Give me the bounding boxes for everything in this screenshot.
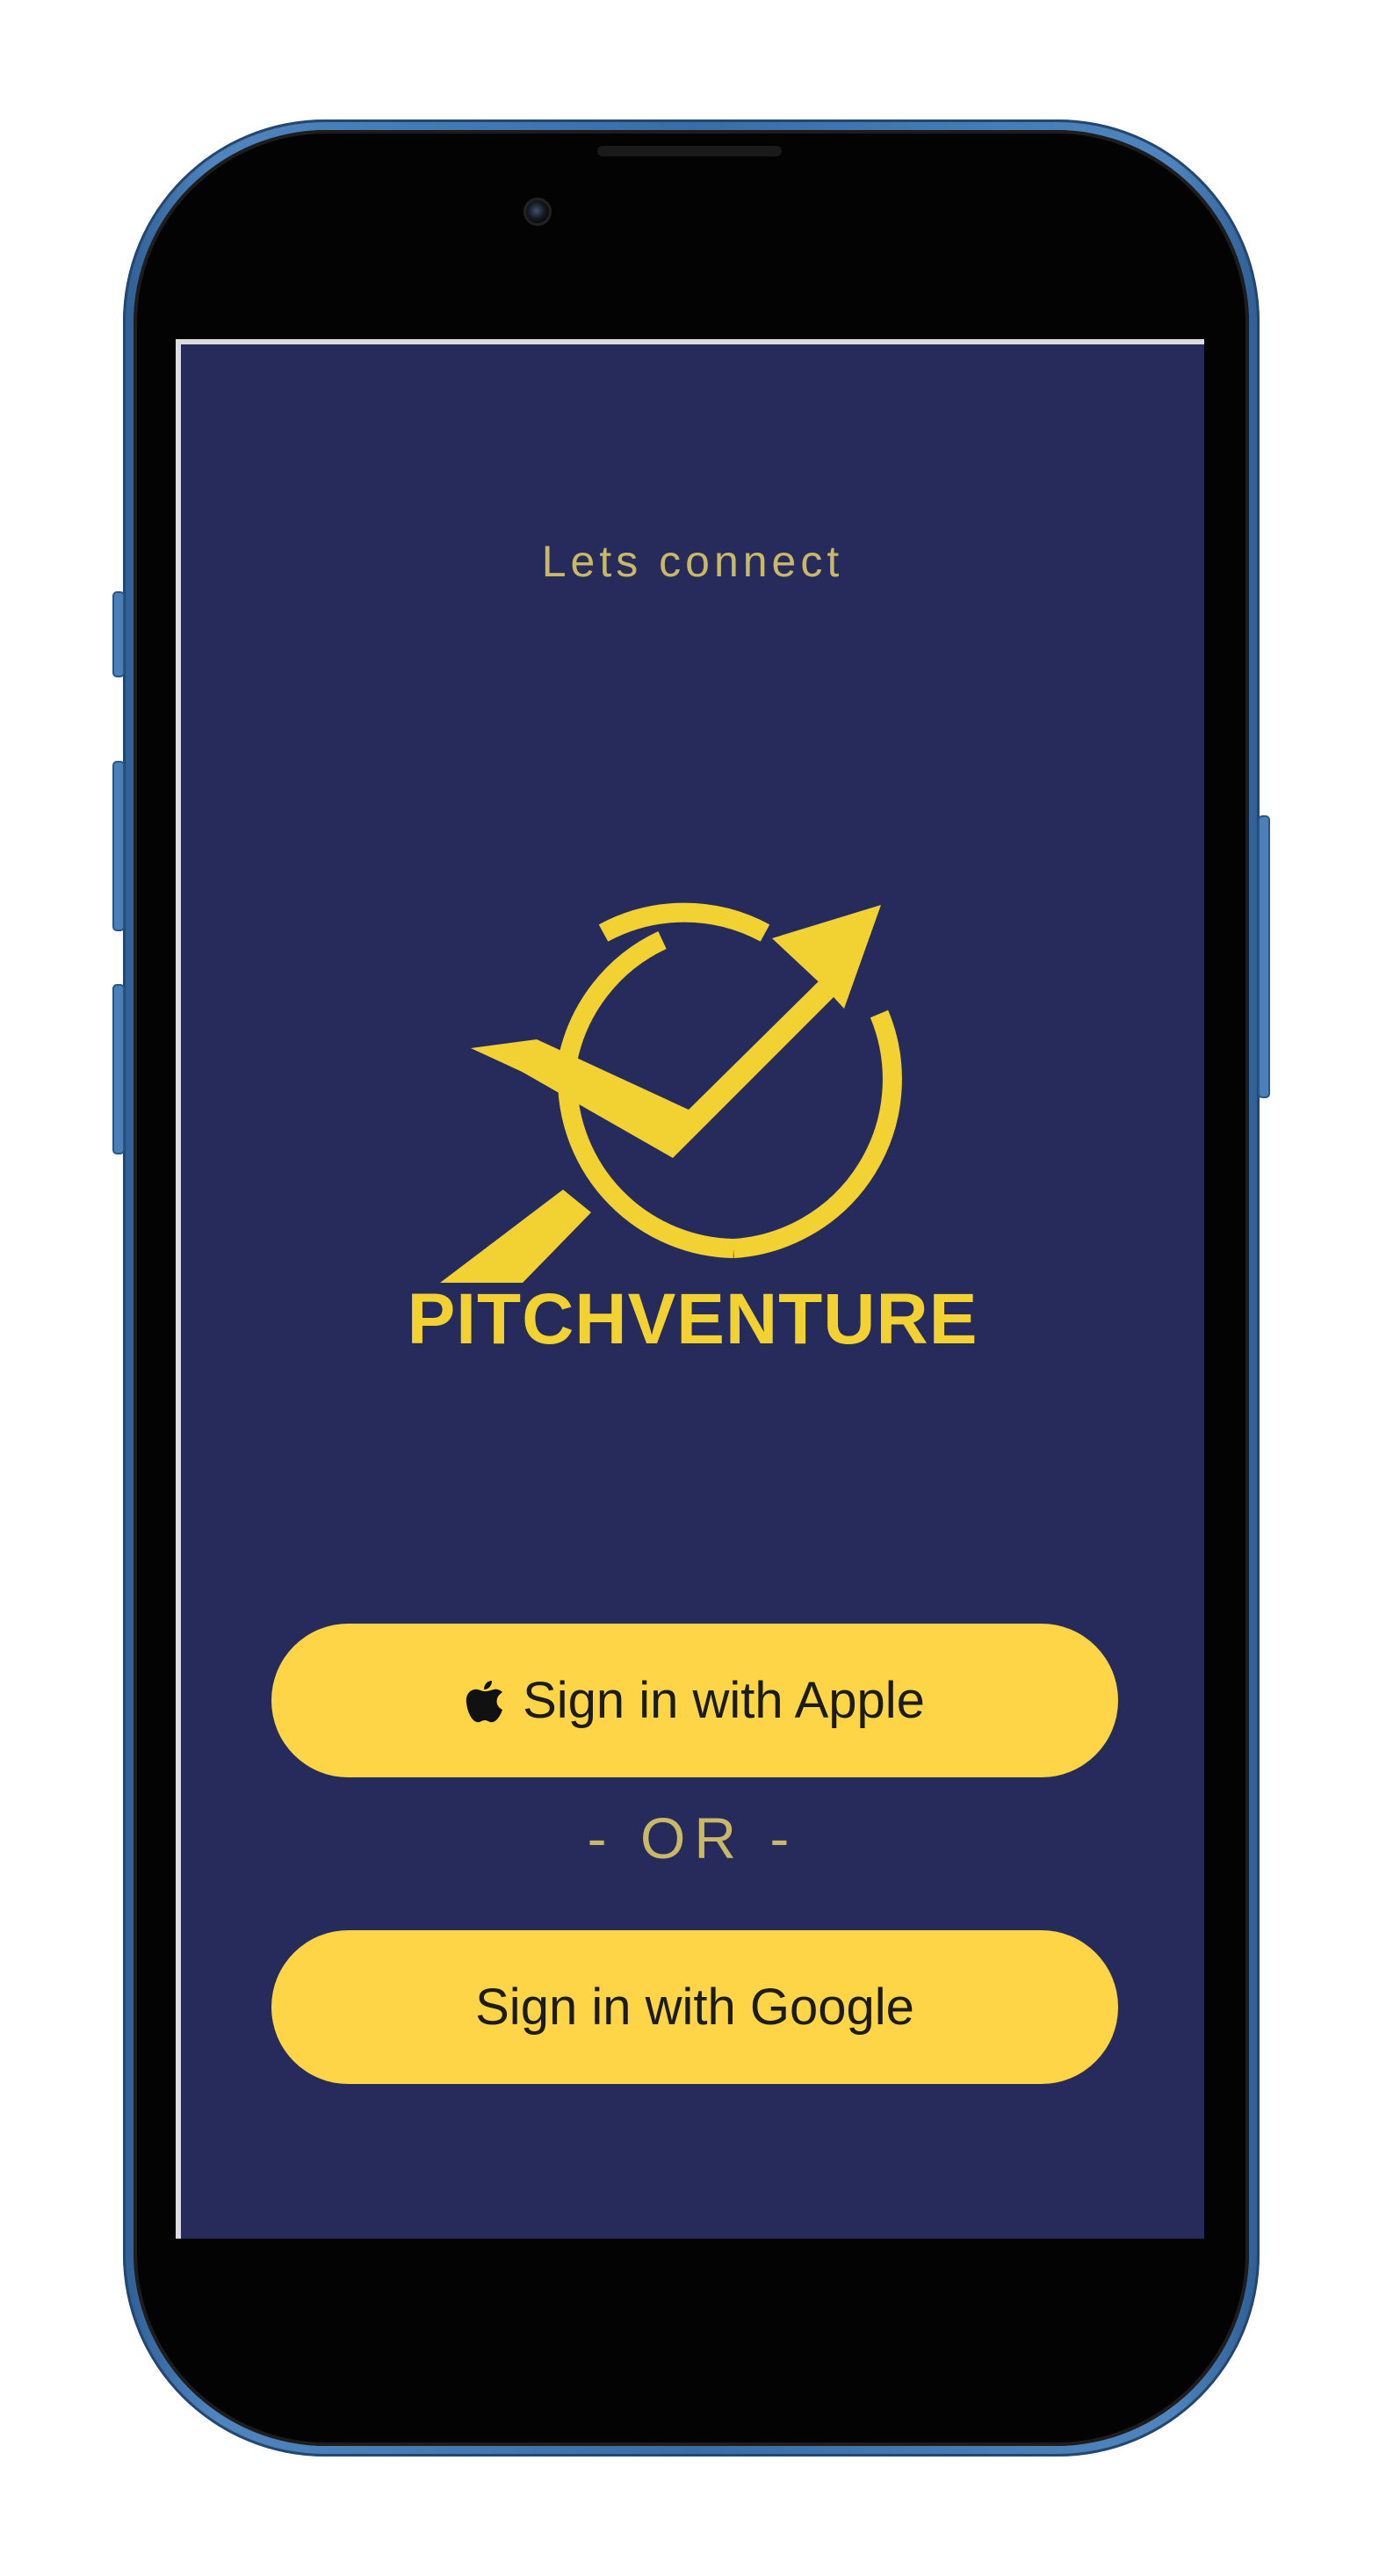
sign-in-with-apple-button[interactable]: Sign in with Apple [271, 1624, 1118, 1777]
power-button [1258, 815, 1270, 1098]
sign-in-with-google-button[interactable]: Sign in with Google [271, 1930, 1118, 2084]
brand-name: PITCHVENTURE [407, 1279, 978, 1359]
app-screen: Lets connect PITCHVENTURE Sign in with A… [176, 339, 1204, 2239]
apple-icon [466, 1680, 503, 1722]
volume-down-button [112, 984, 125, 1154]
or-separator: - OR - [587, 1805, 798, 1870]
page-title: Lets connect [541, 537, 844, 586]
earpiece-speaker [597, 146, 782, 156]
front-camera-icon [523, 198, 552, 226]
mute-switch [112, 591, 125, 677]
google-button-label: Sign in with Google [475, 1979, 914, 2036]
page: Lets connect PITCHVENTURE Sign in with A… [0, 0, 1379, 2576]
volume-up-button [112, 761, 125, 931]
apple-button-label: Sign in with Apple [523, 1672, 925, 1729]
